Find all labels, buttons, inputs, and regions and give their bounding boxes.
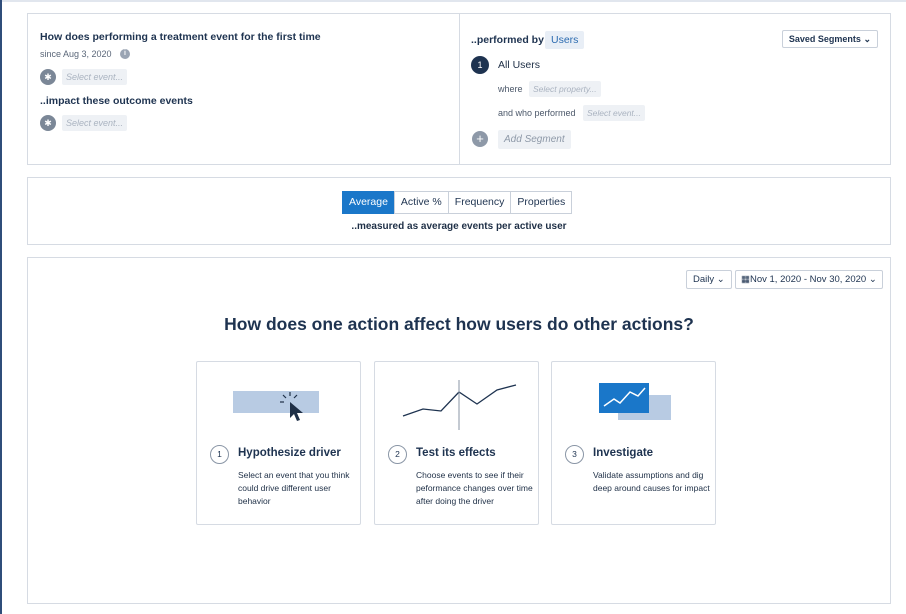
measure-description: ..measured as average events per active …: [351, 221, 567, 232]
results-panel: Daily ⌄ ▦Nov 1, 2020 - Nov 30, 2020 ⌄ Ho…: [27, 257, 891, 604]
step-title: Hypothesize driver: [238, 447, 341, 459]
segment-name[interactable]: All Users: [498, 59, 540, 71]
who-performed-label: and who performed: [498, 108, 576, 118]
segment-event-select[interactable]: Select event...: [583, 105, 645, 121]
calendar-icon: ▦: [741, 274, 750, 285]
step-card-test: 2 Test its effects Choose events to see …: [374, 361, 539, 525]
measure-panel: Average Active % Frequency Properties ..…: [27, 177, 891, 245]
info-icon[interactable]: i: [120, 49, 130, 59]
chart-window-illustration: [599, 383, 671, 420]
step-title: Test its effects: [416, 447, 496, 459]
add-segment-button[interactable]: Add Segment: [498, 130, 571, 149]
app-frame: How does performing a treatment event fo…: [0, 0, 906, 614]
property-select[interactable]: Select property...: [529, 81, 601, 97]
top-border: [2, 0, 906, 2]
step-description: Choose events to see if their peformance…: [416, 470, 533, 506]
step-description: Select an event that you think could dri…: [238, 470, 350, 506]
chevron-down-icon: ⌄: [863, 34, 871, 44]
tab-average[interactable]: Average: [342, 191, 395, 214]
step-number: 2: [388, 445, 407, 464]
chevron-down-icon: ⌄: [868, 274, 877, 285]
tab-active-percent[interactable]: Active %: [393, 191, 449, 214]
treatment-event-select[interactable]: Select event...: [62, 69, 128, 85]
tab-frequency[interactable]: Frequency: [447, 191, 512, 214]
step-card-investigate: 3 Investigate Validate assumptions and d…: [551, 361, 716, 525]
line-chart-illustration: [402, 380, 517, 430]
date-range-picker[interactable]: ▦Nov 1, 2020 - Nov 30, 2020 ⌄: [735, 270, 883, 289]
cursor-click-illustration: [233, 391, 319, 421]
interval-dropdown[interactable]: Daily ⌄: [686, 270, 732, 289]
step-card-hypothesize: 1 Hypothesize driver Select an event tha…: [196, 361, 361, 525]
onboarding-headline: How does one action affect how users do …: [224, 314, 694, 334]
saved-segments-button[interactable]: Saved Segments ⌄: [781, 30, 878, 48]
saved-segments-label: Saved Segments: [788, 34, 861, 44]
plus-icon[interactable]: +: [472, 131, 488, 147]
impact-title: ..impact these outcome events: [40, 95, 193, 107]
performed-by-label: ..performed by: [471, 34, 544, 46]
outcome-event-select[interactable]: Select event...: [62, 115, 128, 131]
event-icon: ✱: [40, 69, 56, 85]
query-panel: How does performing a treatment event fo…: [27, 13, 891, 165]
chevron-down-icon: ⌄: [716, 274, 725, 285]
interval-label: Daily: [693, 274, 715, 285]
panel-divider: [459, 14, 460, 164]
step-title: Investigate: [593, 447, 654, 459]
users-selector[interactable]: Users: [545, 31, 585, 49]
where-label: where: [498, 84, 523, 94]
segment-number-badge: 1: [471, 56, 489, 74]
date-range-label: Nov 1, 2020 - Nov 30, 2020: [749, 274, 867, 285]
since-date: since Aug 3, 2020: [40, 49, 112, 59]
step-description: Validate assumptions and dig deep around…: [593, 470, 710, 493]
tab-properties[interactable]: Properties: [510, 191, 573, 214]
step-number: 1: [210, 445, 229, 464]
measure-tabs: Average Active % Frequency Properties: [342, 191, 573, 214]
treatment-title: How does performing a treatment event fo…: [40, 31, 321, 43]
event-icon: ✱: [40, 115, 56, 131]
step-number: 3: [565, 445, 584, 464]
